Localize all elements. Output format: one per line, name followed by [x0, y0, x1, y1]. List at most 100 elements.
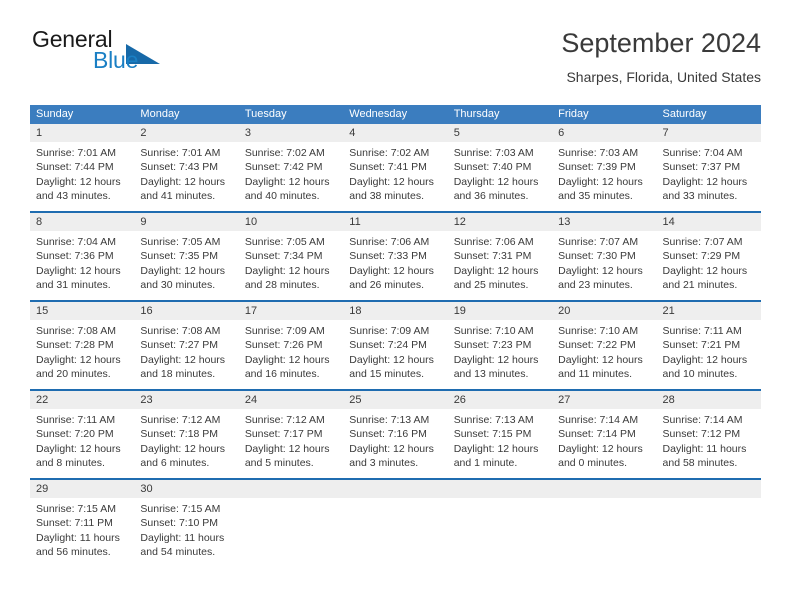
daylight-text-line1: Daylight: 12 hours — [244, 353, 330, 366]
day-details: Sunrise: 7:07 AM Sunset: 7:29 PM Daylight:… — [657, 231, 761, 293]
calendar-day-cell[interactable]: 12 Sunrise: 7:06 AM Sunset: 7:31 PM Dayligh… — [447, 213, 553, 297]
brand-logo[interactable]: General Blue — [30, 26, 250, 82]
daylight-text-line2: and 28 minutes. — [244, 279, 320, 292]
day-number: 11 — [343, 213, 448, 231]
calendar-day-cell[interactable]: 14 Sunrise: 7:07 AM Sunset: 7:29 PM Dayligh… — [656, 213, 761, 297]
calendar-day-cell[interactable]: 19 Sunrise: 7:10 AM Sunset: 7:23 PM Dayligh… — [447, 302, 553, 386]
calendar-day-cell[interactable]: 4 Sunrise: 7:02 AM Sunset: 7:41 PM Daylight… — [343, 124, 448, 208]
calendar-day-cell[interactable]: 13 Sunrise: 7:07 AM Sunset: 7:30 PM Dayligh… — [552, 213, 657, 297]
calendar-day-cell[interactable]: 21 Sunrise: 7:11 AM Sunset: 7:21 PM Dayligh… — [656, 302, 761, 386]
calendar-week-row: 8 Sunrise: 7:04 AM Sunset: 7:36 PM Daylight… — [30, 211, 761, 297]
daylight-text-line1: Daylight: 12 hours — [349, 353, 434, 366]
calendar-day-cell[interactable]: 29 Sunrise: 7:15 AM Sunset: 7:11 PM Dayligh… — [30, 480, 135, 564]
daylight-text-line1: Daylight: 12 hours — [140, 264, 226, 277]
day-number: 13 — [552, 213, 657, 231]
sunset-text: Sunset: 7:22 PM — [558, 339, 636, 352]
day-details: Sunrise: 7:01 AM Sunset: 7:44 PM Daylight:… — [30, 142, 134, 204]
daylight-text-line2: and 36 minutes. — [453, 190, 529, 203]
calendar-day-cell[interactable]: 22 Sunrise: 7:11 AM Sunset: 7:20 PM Dayligh… — [30, 391, 135, 475]
calendar-week-row: 22 Sunrise: 7:11 AM Sunset: 7:20 PM Dayligh… — [30, 389, 761, 475]
sunset-text: Sunset: 7:18 PM — [140, 428, 219, 441]
calendar-day-cell[interactable]: 24 Sunrise: 7:12 AM Sunset: 7:17 PM Dayligh… — [238, 391, 344, 475]
sunrise-text: Sunrise: 7:12 AM — [140, 414, 221, 426]
calendar-day-cell[interactable]: 5 Sunrise: 7:03 AM Sunset: 7:40 PM Daylight… — [447, 124, 553, 208]
day-number: 6 — [552, 124, 657, 142]
daylight-text-line2: and 15 minutes. — [349, 368, 424, 381]
sunset-text: Sunset: 7:23 PM — [453, 339, 532, 352]
page-header: General Blue September 2024 Sharpes, Flo… — [30, 26, 761, 96]
day-number: 27 — [552, 391, 657, 409]
day-details: Sunrise: 7:11 AM Sunset: 7:21 PM Daylight:… — [657, 320, 761, 382]
day-details: Sunrise: 7:08 AM Sunset: 7:28 PM Daylight:… — [30, 320, 134, 382]
daylight-text-line1: Daylight: 12 hours — [558, 264, 643, 277]
sunset-text: Sunset: 7:16 PM — [349, 428, 427, 441]
day-number: 20 — [552, 302, 657, 320]
day-details: Sunrise: 7:04 AM Sunset: 7:37 PM Daylight:… — [657, 142, 761, 204]
calendar-day-cell[interactable]: 30 Sunrise: 7:15 AM Sunset: 7:10 PM Dayligh… — [134, 480, 239, 564]
calendar-day-cell[interactable]: 6 Sunrise: 7:03 AM Sunset: 7:39 PM Daylight… — [552, 124, 657, 208]
daylight-text-line1: Daylight: 12 hours — [244, 442, 330, 455]
sunset-text: Sunset: 7:21 PM — [662, 339, 741, 352]
day-details: Sunrise: 7:10 AM Sunset: 7:22 PM Daylight:… — [552, 320, 656, 382]
calendar-week-row: 1 Sunrise: 7:01 AM Sunset: 7:44 PM Daylight… — [30, 124, 761, 208]
sunrise-text: Sunrise: 7:14 AM — [558, 414, 639, 426]
calendar-day-cell[interactable]: 28 Sunrise: 7:14 AM Sunset: 7:12 PM Dayligh… — [656, 391, 761, 475]
daylight-text-line1: Daylight: 11 hours — [662, 442, 747, 455]
daylight-text-line1: Daylight: 12 hours — [453, 353, 539, 366]
daylight-text-line1: Daylight: 12 hours — [662, 175, 748, 188]
calendar-day-cell[interactable]: 11 Sunrise: 7:06 AM Sunset: 7:33 PM Dayligh… — [343, 213, 448, 297]
calendar-day-cell[interactable]: 27 Sunrise: 7:14 AM Sunset: 7:14 PM Dayligh… — [552, 391, 657, 475]
daylight-text-line1: Daylight: 12 hours — [36, 442, 121, 455]
calendar-day-cell[interactable]: 23 Sunrise: 7:12 AM Sunset: 7:18 PM Dayligh… — [134, 391, 239, 475]
calendar-day-cell[interactable]: 8 Sunrise: 7:04 AM Sunset: 7:36 PM Daylight… — [30, 213, 135, 297]
sunset-text: Sunset: 7:28 PM — [36, 339, 114, 352]
sunrise-text: Sunrise: 7:05 AM — [244, 236, 325, 248]
day-number: 14 — [656, 213, 761, 231]
day-number: 29 — [30, 480, 135, 498]
daylight-text-line2: and 54 minutes. — [140, 546, 216, 559]
sunrise-text: Sunrise: 7:04 AM — [662, 147, 743, 159]
day-number: 1 — [30, 124, 135, 142]
calendar-day-cell[interactable]: 20 Sunrise: 7:10 AM Sunset: 7:22 PM Dayligh… — [552, 302, 657, 386]
calendar-day-cell[interactable]: 10 Sunrise: 7:05 AM Sunset: 7:34 PM Dayligh… — [238, 213, 344, 297]
calendar-day-cell[interactable]: 1 Sunrise: 7:01 AM Sunset: 7:44 PM Daylight… — [30, 124, 135, 208]
day-details: Sunrise: 7:01 AM Sunset: 7:43 PM Daylight:… — [134, 142, 238, 204]
day-number: 19 — [447, 302, 553, 320]
calendar-day-cell[interactable]: 17 Sunrise: 7:09 AM Sunset: 7:26 PM Dayligh… — [238, 302, 344, 386]
sunrise-text: Sunrise: 7:06 AM — [453, 236, 534, 248]
day-number: 21 — [656, 302, 761, 320]
day-number: 9 — [134, 213, 239, 231]
daylight-text-line1: Daylight: 12 hours — [244, 264, 330, 277]
calendar-day-cell[interactable]: 18 Sunrise: 7:09 AM Sunset: 7:24 PM Dayligh… — [343, 302, 448, 386]
calendar-day-cell[interactable]: 15 Sunrise: 7:08 AM Sunset: 7:28 PM Dayligh… — [30, 302, 135, 386]
day-number: 8 — [30, 213, 135, 231]
daylight-text-line2: and 6 minutes. — [140, 457, 210, 470]
daylight-text-line1: Daylight: 12 hours — [244, 175, 330, 188]
sunset-text: Sunset: 7:11 PM — [36, 517, 113, 530]
calendar-day-cell[interactable]: 9 Sunrise: 7:05 AM Sunset: 7:35 PM Daylight… — [134, 213, 239, 297]
sunset-text: Sunset: 7:43 PM — [140, 161, 219, 174]
calendar-day-cell[interactable]: 7 Sunrise: 7:04 AM Sunset: 7:37 PM Daylight… — [656, 124, 761, 208]
day-number — [238, 480, 344, 498]
sunrise-text: Sunrise: 7:08 AM — [140, 325, 221, 337]
day-number: 4 — [343, 124, 448, 142]
calendar-day-cell[interactable]: 2 Sunrise: 7:01 AM Sunset: 7:43 PM Daylight… — [134, 124, 239, 208]
calendar-day-cell[interactable]: 3 Sunrise: 7:02 AM Sunset: 7:42 PM Daylight… — [238, 124, 344, 208]
daylight-text-line2: and 25 minutes. — [453, 279, 529, 292]
calendar-day-cell[interactable]: 26 Sunrise: 7:13 AM Sunset: 7:15 PM Dayligh… — [447, 391, 553, 475]
sunset-text: Sunset: 7:31 PM — [453, 250, 532, 263]
day-of-week-sunday: Sunday — [36, 108, 74, 120]
calendar-day-cell[interactable]: 25 Sunrise: 7:13 AM Sunset: 7:16 PM Dayligh… — [343, 391, 448, 475]
sunrise-text: Sunrise: 7:09 AM — [244, 325, 325, 337]
sunrise-text: Sunrise: 7:01 AM — [140, 147, 221, 159]
day-number: 25 — [343, 391, 448, 409]
daylight-text-line1: Daylight: 12 hours — [140, 353, 226, 366]
day-details: Sunrise: 7:07 AM Sunset: 7:30 PM Daylight:… — [552, 231, 656, 293]
day-number: 24 — [238, 391, 344, 409]
daylight-text-line2: and 11 minutes. — [558, 368, 633, 381]
calendar-day-cell[interactable]: 16 Sunrise: 7:08 AM Sunset: 7:27 PM Dayligh… — [134, 302, 239, 386]
daylight-text-line1: Daylight: 12 hours — [349, 175, 434, 188]
sunset-text: Sunset: 7:42 PM — [244, 161, 323, 174]
day-of-week-friday: Friday — [558, 108, 589, 120]
day-details: Sunrise: 7:12 AM Sunset: 7:18 PM Daylight:… — [134, 409, 238, 471]
